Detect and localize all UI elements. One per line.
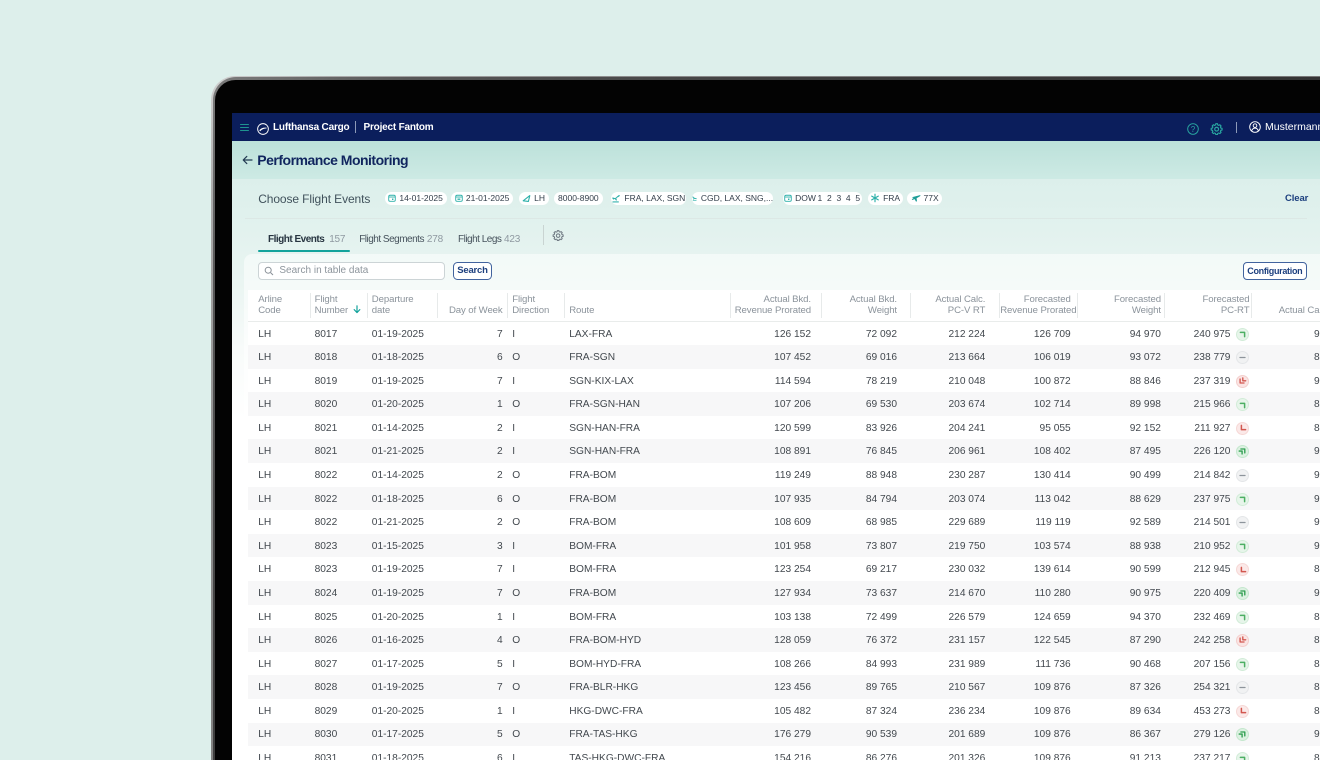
svg-text:?: ? (1191, 125, 1196, 134)
